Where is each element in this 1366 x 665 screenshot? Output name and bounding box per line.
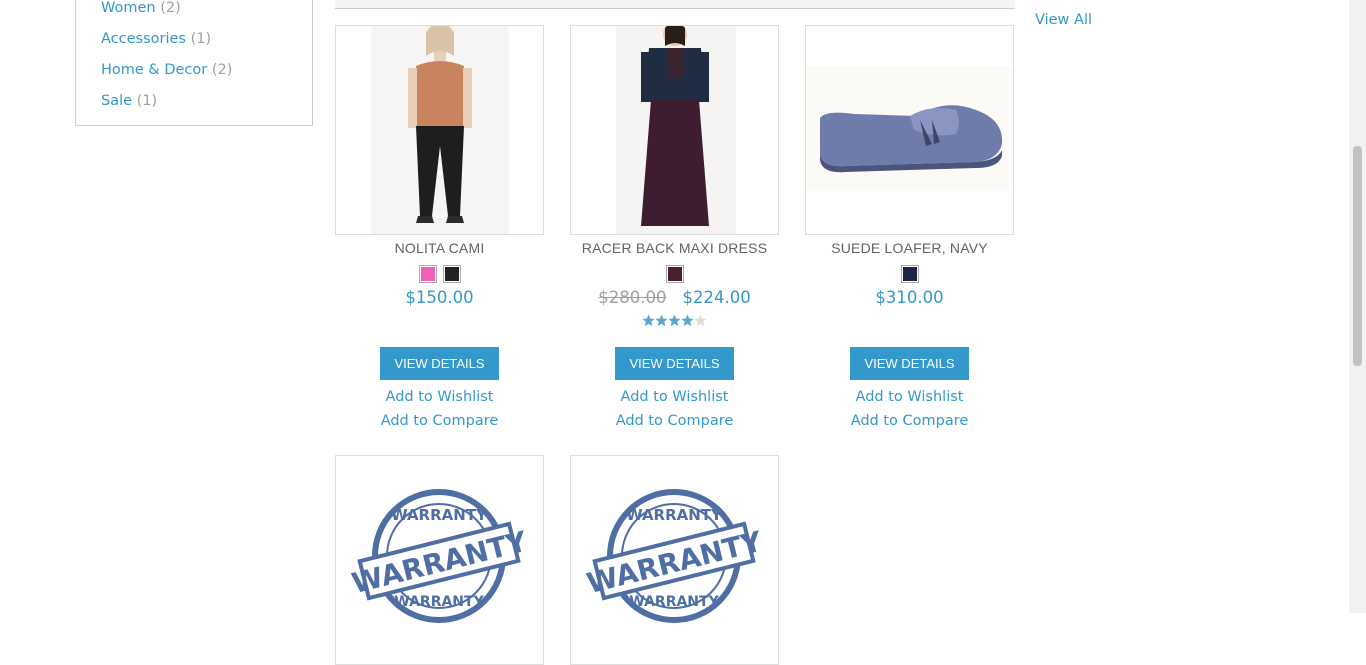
price-box: $150.00 bbox=[335, 288, 544, 307]
color-swatch[interactable] bbox=[665, 265, 684, 283]
category-count: (2) bbox=[211, 62, 233, 78]
add-to-wishlist-link[interactable]: Add to Wishlist bbox=[335, 389, 544, 405]
loafer-photo bbox=[806, 66, 1013, 191]
cami-photo bbox=[371, 26, 509, 234]
star-rating-icon bbox=[641, 314, 707, 327]
warranty-bottom-text: WARRANTY bbox=[629, 594, 719, 610]
category-count: (2) bbox=[160, 0, 181, 16]
category-count: (1) bbox=[136, 93, 158, 109]
category-women[interactable]: Women (2) bbox=[101, 0, 181, 17]
add-to-compare-link[interactable]: Add to Compare bbox=[805, 413, 1014, 429]
warranty-top-text: WARRANTY bbox=[391, 506, 488, 524]
warranty-stamp-image: WARRANTY WARRANTY WARRANTY bbox=[584, 489, 766, 623]
page-scrollbar[interactable] bbox=[1349, 0, 1366, 613]
swatch-list bbox=[335, 265, 544, 283]
category-home-decor[interactable]: Home & Decor (2) bbox=[101, 61, 232, 79]
category-count: (1) bbox=[190, 31, 212, 47]
add-to-wishlist-link[interactable]: Add to Wishlist bbox=[570, 389, 779, 405]
category-sidebar: Women (2) Accessories (1) Home & Decor (… bbox=[75, 0, 313, 126]
color-swatch[interactable] bbox=[442, 265, 461, 283]
rating-box bbox=[570, 313, 779, 331]
regular-price: $150.00 bbox=[405, 288, 474, 307]
product-image[interactable]: WARRANTY WARRANTY WARRANTY bbox=[570, 455, 779, 665]
product-image[interactable]: WARRANTY WARRANTY WARRANTY bbox=[335, 455, 544, 665]
product-image[interactable] bbox=[335, 25, 544, 235]
view-details-button[interactable]: VIEW DETAILS bbox=[850, 347, 969, 380]
swatch-list bbox=[805, 265, 1014, 283]
add-to-compare-link[interactable]: Add to Compare bbox=[335, 413, 544, 429]
warranty-stamp-image: WARRANTY WARRANTY WARRANTY bbox=[349, 489, 531, 623]
product-image[interactable] bbox=[570, 25, 779, 235]
add-to-wishlist-link[interactable]: Add to Wishlist bbox=[805, 389, 1014, 405]
special-price: $224.00 bbox=[682, 288, 751, 307]
dress-photo bbox=[616, 26, 736, 234]
regular-price: $310.00 bbox=[875, 288, 944, 307]
swatch-list bbox=[570, 265, 779, 283]
old-price: $280.00 bbox=[598, 288, 667, 307]
category-sale[interactable]: Sale (1) bbox=[101, 92, 157, 110]
warranty-top-text: WARRANTY bbox=[626, 506, 723, 524]
category-name[interactable]: Accessories bbox=[101, 31, 186, 47]
scrollbar-thumb[interactable] bbox=[1353, 146, 1362, 366]
category-name[interactable]: Sale bbox=[101, 93, 132, 109]
category-name[interactable]: Home & Decor bbox=[101, 62, 207, 78]
rating-stars bbox=[641, 313, 708, 329]
category-accessories[interactable]: Accessories (1) bbox=[101, 30, 211, 48]
color-swatch[interactable] bbox=[900, 265, 919, 283]
product-name[interactable]: SUEDE LOAFER, NAVY bbox=[805, 240, 1014, 256]
view-details-button[interactable]: VIEW DETAILS bbox=[615, 347, 734, 380]
add-to-compare-link[interactable]: Add to Compare bbox=[570, 413, 779, 429]
warranty-bottom-text: WARRANTY bbox=[394, 594, 484, 610]
price-box: $280.00 $224.00 bbox=[570, 288, 779, 307]
view-details-button[interactable]: VIEW DETAILS bbox=[380, 347, 499, 380]
category-name[interactable]: Women bbox=[101, 0, 156, 16]
product-name[interactable]: NOLITA CAMI bbox=[335, 240, 544, 256]
color-swatch[interactable] bbox=[418, 265, 437, 283]
price-box: $310.00 bbox=[805, 288, 1014, 307]
product-toolbar bbox=[335, 0, 1015, 9]
view-all-link[interactable]: View All bbox=[1035, 12, 1092, 28]
product-image[interactable] bbox=[805, 25, 1014, 235]
product-name[interactable]: RACER BACK MAXI DRESS bbox=[570, 240, 779, 256]
